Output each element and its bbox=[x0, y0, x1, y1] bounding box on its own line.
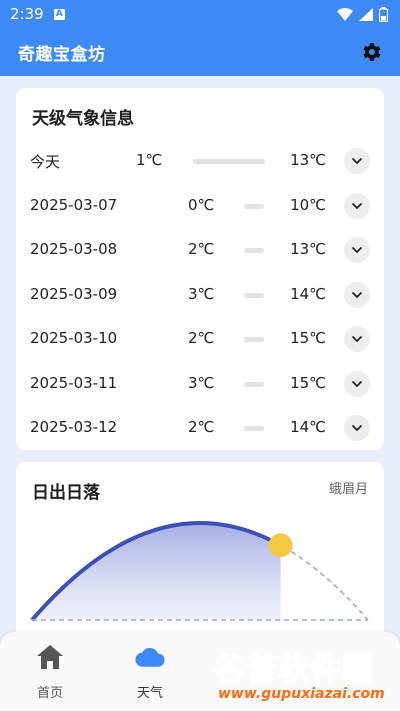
cloud-icon bbox=[135, 648, 165, 667]
expand-button[interactable] bbox=[344, 148, 370, 174]
watermark: 谷普软件园 www.gupuxiazai.com bbox=[210, 644, 396, 708]
status-time: 2:39 bbox=[10, 5, 44, 23]
temp-range-bar bbox=[244, 248, 264, 253]
forecast-row[interactable]: 2025-03-11 3℃ 15℃ bbox=[16, 364, 384, 404]
chevron-down-icon bbox=[351, 380, 363, 388]
sun-card: 日出日落 蛾眉月 bbox=[16, 462, 384, 652]
expand-button[interactable] bbox=[344, 326, 370, 352]
battery-icon bbox=[379, 6, 388, 22]
settings-button[interactable] bbox=[358, 39, 384, 65]
day-label: 2025-03-08 bbox=[30, 240, 118, 258]
nav-label-home: 首页 bbox=[36, 686, 63, 701]
app-bar: 奇趣宝盒坊 bbox=[0, 28, 400, 76]
temp-high: 14℃ bbox=[290, 285, 326, 303]
watermark-title: 谷普软件园 bbox=[213, 651, 374, 689]
temp-high: 13℃ bbox=[290, 240, 326, 258]
forecast-row[interactable]: 2025-03-08 2℃ 13℃ bbox=[16, 230, 384, 270]
temp-range-bar bbox=[244, 337, 264, 342]
chevron-down-icon bbox=[351, 424, 363, 432]
notification-icon: A bbox=[53, 8, 65, 20]
day-label: 2025-03-11 bbox=[30, 374, 118, 392]
temp-low: 2℃ bbox=[188, 329, 215, 347]
temp-range-bar bbox=[193, 159, 265, 164]
expand-button[interactable] bbox=[344, 282, 370, 308]
temp-high: 10℃ bbox=[290, 196, 326, 214]
forecast-row[interactable]: 2025-03-09 3℃ 14℃ bbox=[16, 275, 384, 315]
day-label: 2025-03-10 bbox=[30, 329, 118, 347]
forecast-row[interactable]: 2025-03-07 0℃ 10℃ bbox=[16, 186, 384, 226]
watermark-url: www.gupuxiazai.com bbox=[218, 686, 385, 702]
forecast-row[interactable]: 今天 1℃ 13℃ bbox=[16, 141, 384, 181]
expand-button[interactable] bbox=[344, 237, 370, 263]
wifi-icon bbox=[337, 7, 353, 21]
temp-high: 15℃ bbox=[290, 374, 326, 392]
chevron-down-icon bbox=[351, 246, 363, 254]
forecast-row[interactable]: 2025-03-10 2℃ 15℃ bbox=[16, 319, 384, 359]
temp-range-bar bbox=[244, 382, 264, 387]
nav-item-weather[interactable]: 天气 bbox=[115, 642, 185, 704]
chevron-down-icon bbox=[351, 202, 363, 210]
temp-low: 3℃ bbox=[188, 285, 215, 303]
app-title: 奇趣宝盒坊 bbox=[18, 44, 106, 65]
temp-low: 2℃ bbox=[188, 240, 215, 258]
nav-item-home[interactable]: 首页 bbox=[15, 642, 85, 704]
nav-label-weather: 天气 bbox=[136, 686, 163, 701]
day-label: 今天 bbox=[30, 153, 61, 171]
temp-low: 1℃ bbox=[136, 151, 163, 169]
gear-icon bbox=[363, 43, 381, 61]
day-label: 2025-03-09 bbox=[30, 285, 118, 303]
chevron-down-icon bbox=[351, 335, 363, 343]
temp-low: 3℃ bbox=[188, 374, 215, 392]
expand-button[interactable] bbox=[344, 415, 370, 441]
temp-range-bar bbox=[244, 426, 264, 431]
home-icon bbox=[37, 645, 63, 669]
forecast-title: 天级气象信息 bbox=[32, 109, 134, 129]
temp-low: 2℃ bbox=[188, 418, 215, 436]
expand-button[interactable] bbox=[344, 371, 370, 397]
chevron-down-icon bbox=[351, 157, 363, 165]
chevron-down-icon bbox=[351, 291, 363, 299]
temp-high: 14℃ bbox=[290, 418, 326, 436]
day-label: 2025-03-07 bbox=[30, 196, 118, 214]
sun-path-chart bbox=[30, 521, 369, 622]
day-label: 2025-03-12 bbox=[30, 418, 118, 436]
forecast-row[interactable]: 2025-03-12 2℃ 14℃ bbox=[16, 408, 384, 448]
temp-low: 0℃ bbox=[188, 196, 215, 214]
temp-high: 15℃ bbox=[290, 329, 326, 347]
temp-range-bar bbox=[244, 293, 264, 298]
signal-icon bbox=[359, 7, 373, 21]
status-bar: 2:39 A bbox=[0, 0, 400, 28]
sun-marker bbox=[268, 533, 293, 558]
forecast-card: 天级气象信息 今天 1℃ 13℃ 2025-03-07 0℃ 10℃ 2025-… bbox=[16, 88, 384, 450]
temp-high: 13℃ bbox=[290, 151, 326, 169]
temp-range-bar bbox=[244, 204, 264, 209]
expand-button[interactable] bbox=[344, 193, 370, 219]
